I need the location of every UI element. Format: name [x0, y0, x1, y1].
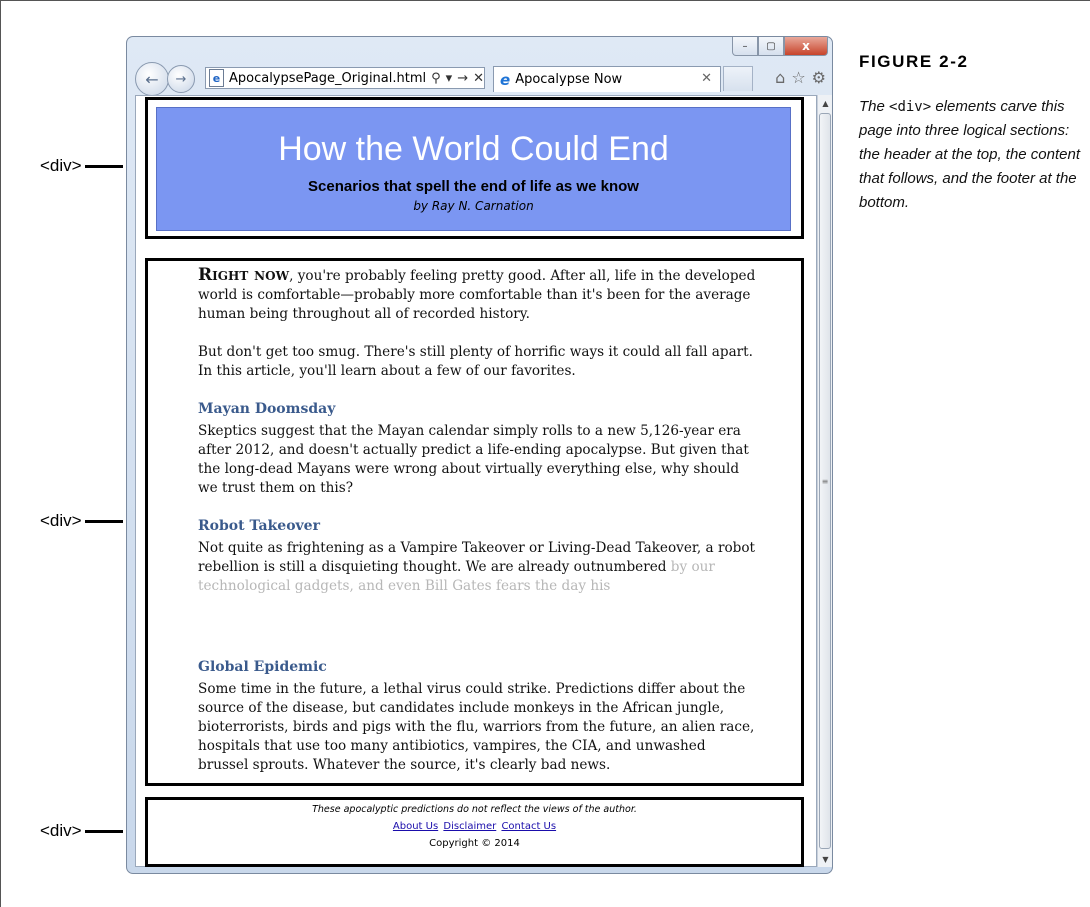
header-div-outline: How the World Could End Scenarios that s… — [145, 97, 804, 239]
figure-frame-left — [0, 0, 1, 907]
dropdown-icon[interactable]: ▾ — [446, 71, 453, 86]
forward-arrow-icon: → — [175, 71, 187, 87]
stop-icon[interactable]: ✕ — [473, 71, 484, 86]
callout-line — [84, 829, 123, 833]
back-button[interactable]: ← — [135, 62, 169, 96]
intro-lead: Right now — [198, 265, 290, 285]
close-button[interactable]: x — [784, 37, 828, 56]
new-tab-button[interactable] — [723, 66, 753, 91]
callout-line — [84, 164, 123, 168]
page-byline: by Ray N. Carnation — [413, 199, 534, 213]
callout-content-div: <div> — [40, 511, 123, 531]
callout-line — [84, 519, 123, 523]
tab-close-icon[interactable]: ✕ — [701, 71, 712, 86]
callout-footer-div: <div> — [40, 821, 123, 841]
home-icon[interactable]: ⌂ — [775, 68, 785, 87]
maximize-button[interactable]: ▢ — [758, 37, 784, 56]
callout-label: <div> — [40, 156, 82, 175]
footer-links: About Us Disclaimer Contact Us — [148, 821, 801, 832]
section-text-robot: Not quite as frightening as a Vampire Ta… — [198, 539, 758, 596]
vertical-scrollbar[interactable]: ▲ ≡ ▼ — [817, 95, 832, 867]
about-us-link[interactable]: About Us — [393, 821, 438, 832]
section-heading-mayan: Mayan Doomsday — [198, 401, 336, 417]
page-title: How the World Could End — [278, 130, 669, 168]
intro-paragraph: Right now, you're probably feeling prett… — [198, 266, 758, 324]
section-text-mayan: Skeptics suggest that the Mayan calendar… — [198, 423, 749, 496]
callout-header-div: <div> — [40, 156, 123, 176]
title-bar: – ▢ x ← → e ApocalypsePage_Original.html… — [127, 37, 832, 96]
minimize-button[interactable]: – — [732, 37, 758, 56]
scroll-down-arrow-icon[interactable]: ▼ — [818, 851, 832, 867]
figure-frame-top — [0, 0, 1090, 1]
favorites-star-icon[interactable]: ☆ — [791, 68, 805, 87]
disclaimer-link[interactable]: Disclaimer — [443, 821, 496, 832]
footer-disclaimer: These apocalyptic predictions do not ref… — [312, 804, 637, 815]
scroll-thumb[interactable]: ≡ — [819, 113, 831, 849]
page-break-gap — [148, 599, 801, 657]
section-heading-epidemic: Global Epidemic — [198, 659, 327, 675]
section-heading-robot: Robot Takeover — [198, 518, 320, 534]
intro-paragraph-2: But don't get too smug. There's still pl… — [198, 344, 753, 379]
figure-caption: The <div> elements carve this page into … — [859, 95, 1084, 215]
figure-label: FIGURE 2-2 — [859, 52, 969, 71]
ie-logo-icon: e — [500, 70, 511, 89]
footer-div-outline: These apocalyptic predictions do not ref… — [145, 797, 804, 867]
page-icon: e — [209, 69, 224, 87]
page-header: How the World Could End Scenarios that s… — [156, 107, 791, 231]
footer-copyright: Copyright © 2014 — [429, 838, 520, 849]
scroll-up-arrow-icon[interactable]: ▲ — [818, 95, 832, 111]
back-arrow-icon: ← — [145, 69, 159, 89]
address-bar[interactable]: e ApocalypsePage_Original.html ⚲ ▾ → ✕ — [205, 67, 485, 89]
callout-label: <div> — [40, 511, 82, 530]
caption-pre: The — [859, 98, 890, 115]
content-div-outline: Right now, you're probably feeling prett… — [145, 258, 804, 786]
callout-label: <div> — [40, 821, 82, 840]
go-arrow-icon[interactable]: → — [457, 71, 468, 86]
section-text-epidemic: Some time in the future, a lethal virus … — [198, 681, 755, 773]
article-body: Right now, you're probably feeling prett… — [198, 266, 758, 596]
settings-gear-icon[interactable]: ⚙ — [812, 68, 826, 87]
window-controls: – ▢ x — [732, 37, 828, 59]
caption-code: <div> — [889, 99, 932, 115]
page-footer: These apocalyptic predictions do not ref… — [148, 800, 801, 849]
section-epidemic: Global Epidemic Some time in the future,… — [198, 658, 758, 775]
forward-button[interactable]: → — [167, 65, 195, 93]
tab-apocalypse-now[interactable]: e Apocalypse Now ✕ — [493, 66, 721, 92]
page-subtitle: Scenarios that spell the end of life as … — [308, 178, 639, 195]
address-text: ApocalypsePage_Original.html — [228, 70, 427, 86]
search-icon[interactable]: ⚲ — [431, 71, 441, 86]
toolbar-icons: ⌂ ☆ ⚙ — [775, 68, 826, 87]
tab-title: Apocalypse Now — [515, 72, 623, 87]
contact-us-link[interactable]: Contact Us — [501, 821, 556, 832]
